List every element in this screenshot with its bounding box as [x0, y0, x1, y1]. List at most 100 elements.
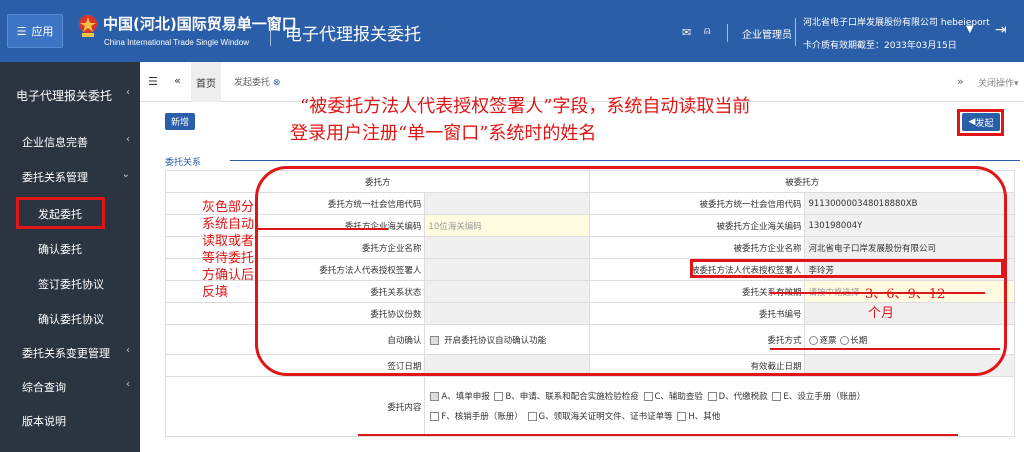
tab-initiate[interactable]: 发起委托 ⊗ [234, 75, 280, 88]
mode-radio-long-term[interactable] [840, 335, 850, 345]
sidebar: 电子代理报关委托 ‹ 企业信息完善 ‹ 委托关系管理 ⌄ 发起委托 确认委托 签… [0, 62, 140, 452]
sidebar-item-relation-mgmt[interactable]: 委托关系管理 [22, 169, 88, 185]
tab-next-icon[interactable]: » [957, 75, 964, 88]
tab-home[interactable]: 首页 [191, 62, 221, 102]
add-button[interactable]: 新增 [165, 113, 195, 130]
close-tab-icon[interactable]: ⊗ [273, 78, 281, 88]
content-checkbox-c[interactable] [643, 391, 653, 401]
submit-button[interactable]: ◀ 发起 [962, 113, 1000, 131]
label-client-signatory: 委托方法人代表授权签署人 [164, 258, 426, 281]
close-ops-menu[interactable]: 关闭操作▾ [978, 76, 1019, 89]
chevron-left-icon: ‹ [126, 87, 130, 98]
label-validity-period: 委托关系有效期 [589, 280, 806, 303]
label-mode: 委托方式 [589, 324, 806, 355]
relation-form: 委托方 被委托方 委托方统一社会信用代码 被委托方统一社会信用代码 911300… [164, 170, 1015, 437]
menu-toggle-icon[interactable]: ☰ [148, 75, 158, 88]
chevron-left-icon: ‹ [126, 134, 130, 145]
annotation-line2: 登录用户注册“单一窗口”系统时的姓名 [290, 123, 597, 144]
divider [795, 18, 796, 46]
submit-label: 发起 [975, 118, 994, 129]
client-credit-code-field [424, 192, 591, 215]
label-mandate-number: 委托书编号 [589, 302, 806, 325]
auto-confirm-cell: 开启委托协议自动确认功能 [424, 324, 591, 355]
admin-label[interactable]: 企业管理员 [742, 26, 792, 41]
content-checkbox-a[interactable] [430, 391, 440, 401]
close-ops-label: 关闭操作 [978, 79, 1015, 89]
mode-label-long-term: 长期 [850, 335, 868, 346]
content-checkbox-d[interactable] [707, 391, 717, 401]
content-label-e: E、设立手册（账册） [783, 391, 866, 402]
content-label-g: G、领取海关证明文件、证书证单等 [538, 411, 673, 422]
mode-radio-per-ticket[interactable] [809, 335, 819, 345]
section-divider [230, 160, 1020, 161]
assistant-icon[interactable]: ⍝ [704, 24, 711, 38]
app-menu-button[interactable]: ☰ 应用 [7, 14, 63, 48]
content-label-c: C、辅助查验 [654, 391, 703, 402]
sidebar-item-sign-agreement[interactable]: 签订委托协议 [38, 276, 104, 292]
sidebar-item-company-info[interactable]: 企业信息完善 [22, 134, 88, 150]
top-header: ☰ 应用 中国(河北)国际贸易单一窗口 China International T… [0, 0, 1024, 62]
valid-end-field [804, 354, 1015, 377]
label-relation-status: 委托关系状态 [164, 280, 426, 303]
tab-label: 发起委托 [234, 78, 271, 88]
content-label-b: B、申请、联系和配合实施检验检疫 [505, 391, 639, 402]
menu-icon: ☰ [16, 24, 27, 38]
label-auto-confirm: 自动确认 [164, 324, 426, 355]
content-checkbox-h[interactable] [677, 411, 687, 421]
label-agent-customs-code: 被委托方企业海关编码 [589, 214, 806, 237]
client-name-field [424, 236, 591, 259]
send-icon: ◀ [968, 117, 976, 127]
auto-confirm-text: 开启委托协议自动确认功能 [444, 335, 547, 346]
sign-date-field [424, 354, 591, 377]
content-checkbox-g[interactable] [527, 411, 537, 421]
agent-name-field: 河北省电子口岸发展股份有限公司 [804, 236, 1015, 259]
tab-prev-icon[interactable]: « [174, 74, 181, 87]
content-label-f: F、核销手册（账册） [441, 411, 523, 422]
chevron-left-icon: ‹ [126, 379, 130, 390]
auto-confirm-checkbox[interactable] [430, 335, 440, 345]
sidebar-item-initiate[interactable]: 发起委托 [38, 206, 82, 222]
right-head: 被委托方 [589, 170, 1015, 193]
card-expiry: 卡介质有效期截至：2033年03月15日 [803, 41, 957, 51]
company-name: 河北省电子口岸发展股份有限公司 hebeieport [803, 18, 990, 28]
sidebar-item-confirm-agreement[interactable]: 确认委托协议 [38, 311, 104, 327]
emblem-logo-icon [79, 15, 97, 37]
chevron-down-icon: ⌄ [121, 169, 130, 180]
label-client-name: 委托方企业名称 [164, 236, 426, 259]
logo-subtitle: China International Trade Single Window [104, 38, 249, 47]
user-dropdown-icon[interactable]: ▼ [966, 24, 974, 35]
sidebar-item-change-mgmt[interactable]: 委托关系变更管理 [22, 345, 110, 361]
content-checkbox-f[interactable] [430, 411, 440, 421]
label-valid-end: 有效截止日期 [589, 354, 806, 377]
sidebar-item-version[interactable]: 版本说明 [22, 413, 66, 429]
sidebar-item-confirm[interactable]: 确认委托 [38, 241, 82, 257]
validity-period-select[interactable]: 请按中格选择 [804, 280, 1015, 303]
client-customs-code-input[interactable]: 10位海关编码 [424, 214, 591, 237]
left-head: 委托方 [164, 170, 591, 193]
mode-label-per-ticket: 逐票 [819, 335, 837, 346]
client-signatory-field [424, 258, 591, 281]
content-label-h: H、其他 [688, 411, 721, 422]
content-checkbox-e[interactable] [772, 391, 782, 401]
app-label: 应用 [31, 25, 54, 38]
label-agent-credit-code: 被委托方统一社会信用代码 [589, 192, 806, 215]
label-client-credit-code: 委托方统一社会信用代码 [164, 192, 426, 215]
agent-signatory-field: 李玲芳 [804, 258, 1015, 281]
divider [727, 24, 728, 42]
logout-icon[interactable]: ⇥ [995, 22, 1007, 38]
label-client-customs-code: 委托方企业海关编码 [164, 214, 426, 237]
agent-credit-code-field: 911300000348018880XB [804, 192, 1015, 215]
tab-bar: ☰ « 首页 发起委托 ⊗ » 关闭操作▾ [140, 62, 1024, 102]
label-agent-name: 被委托方企业名称 [589, 236, 806, 259]
mail-icon[interactable]: ✉ [682, 26, 691, 39]
divider [270, 18, 271, 46]
section-title: 委托关系 [165, 158, 202, 168]
content-checkbox-b[interactable] [494, 391, 504, 401]
sidebar-title[interactable]: 电子代理报关委托 [16, 87, 112, 104]
system-name: 电子代理报关委托 [285, 25, 421, 45]
sidebar-item-query[interactable]: 综合查询 [22, 379, 66, 395]
agent-customs-code-field: 130198004Y [804, 214, 1015, 237]
agreement-copies-field [424, 302, 591, 325]
mode-cell: 逐票 长期 [804, 324, 1015, 355]
label-content: 委托内容 [164, 376, 426, 437]
